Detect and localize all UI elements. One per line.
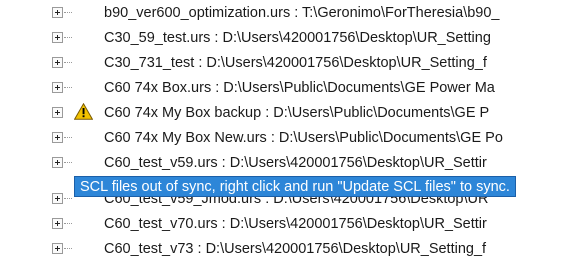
tree-item-label[interactable]: C60_test_v70.urs : D:\Users\420001756\De…: [104, 215, 487, 233]
tree-connector: [64, 162, 72, 164]
expand-icon[interactable]: [52, 243, 63, 254]
tree-item[interactable]: C30_59_test.urs : D:\Users\420001756\Des…: [0, 25, 585, 51]
tree-connector: [64, 137, 72, 139]
warning-triangle-icon: [74, 103, 93, 120]
expand-icon[interactable]: [52, 7, 63, 18]
tree-item[interactable]: C60_test_v73 : D:\Users\420001756\Deskto…: [0, 236, 585, 262]
tree-item-warning[interactable]: C60 74x My Box backup : D:\Users\Public\…: [0, 100, 585, 126]
tree-item[interactable]: C60_test_v70.urs : D:\Users\420001756\De…: [0, 211, 585, 237]
expand-icon[interactable]: [52, 57, 63, 68]
tree-item[interactable]: C60_test_v59.urs : D:\Users\420001756\De…: [0, 150, 585, 176]
file-tree: b90_ver600_optimization.urs : T:\Geronim…: [0, 0, 585, 263]
expand-icon[interactable]: [52, 82, 63, 93]
panel-edge: [575, 0, 585, 263]
tree-connector: [64, 248, 72, 250]
tree-connector: [64, 223, 72, 225]
tree-item[interactable]: C60 74x My Box New.urs : D:\Users\Public…: [0, 125, 585, 151]
expand-icon[interactable]: [52, 107, 63, 118]
expand-icon[interactable]: [52, 157, 63, 168]
tree-item-label[interactable]: C30_731_test : D:\Users\420001756\Deskto…: [104, 54, 487, 72]
tree-connector: [64, 87, 72, 89]
tree-connector: [64, 62, 72, 64]
tree-item-label[interactable]: C60 74x Box.urs : D:\Users\Public\Docume…: [104, 79, 495, 97]
tree-connector: [64, 198, 72, 200]
tree-item-label[interactable]: C60_test_v59.urs : D:\Users\420001756\De…: [104, 154, 487, 172]
tree-item[interactable]: C30_731_test : D:\Users\420001756\Deskto…: [0, 50, 585, 76]
tree-connector: [64, 12, 72, 14]
expand-icon[interactable]: [52, 193, 63, 204]
tree-item-label[interactable]: C60_test_v73 : D:\Users\420001756\Deskto…: [104, 240, 486, 258]
expand-icon[interactable]: [52, 132, 63, 143]
tree-item[interactable]: b90_ver600_optimization.urs : T:\Geronim…: [0, 0, 585, 26]
tree-connector: [64, 37, 72, 39]
tree-item-label[interactable]: C60 74x My Box New.urs : D:\Users\Public…: [104, 129, 503, 147]
sync-warning-tooltip: SCL files out of sync, right click and r…: [74, 176, 516, 197]
expand-icon[interactable]: [52, 32, 63, 43]
tree-item-label[interactable]: C60 74x My Box backup : D:\Users\Public\…: [104, 104, 489, 122]
tree-item[interactable]: C60 74x Box.urs : D:\Users\Public\Docume…: [0, 75, 585, 101]
expand-icon[interactable]: [52, 218, 63, 229]
tree-item-label[interactable]: C30_59_test.urs : D:\Users\420001756\Des…: [104, 29, 491, 47]
tree-item-label[interactable]: b90_ver600_optimization.urs : T:\Geronim…: [104, 4, 499, 22]
